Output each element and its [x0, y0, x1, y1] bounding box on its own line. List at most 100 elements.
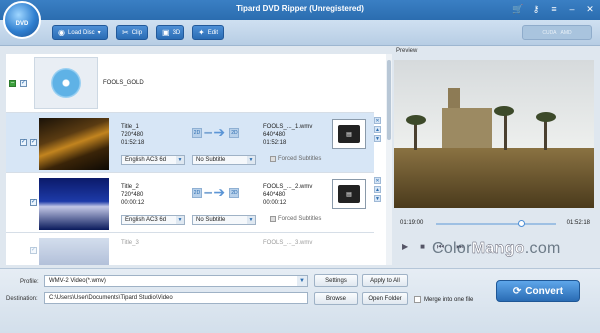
audio-value: English AC3 6d: [125, 157, 167, 163]
close-icon[interactable]: ✕: [374, 177, 381, 184]
toolbar: ◉ Load Disc ▾ ✂ Clip ▣ 3D ✦ Edit CUDA AM…: [0, 20, 600, 46]
forced-checkbox[interactable]: [270, 216, 276, 222]
output-resolution: 640*480: [263, 132, 286, 138]
output-format-icon[interactable]: ▤: [332, 179, 366, 209]
watermark-c: .com: [524, 240, 561, 257]
apply-to-all-button[interactable]: Apply to All: [362, 274, 408, 287]
profile-value: WMV-2 Video(*.wmv): [49, 278, 106, 284]
destination-field[interactable]: C:\Users\User\Documents\Tipard Studio\Vi…: [44, 292, 308, 304]
title-name: Title_2: [121, 184, 139, 190]
film-icon: ▤: [338, 125, 360, 143]
video-thumbnail: [39, 238, 109, 265]
subtitle-value: No Subtitle: [196, 157, 226, 163]
key-icon[interactable]: ⚷: [530, 3, 542, 15]
profile-select[interactable]: WMV-2 Video(*.wmv) ▼: [44, 275, 308, 287]
title-info: Title_3: [121, 239, 139, 247]
list-scrollbar[interactable]: [386, 54, 392, 265]
settings-button[interactable]: Settings: [314, 274, 358, 287]
3d-icon: ▣: [162, 28, 170, 37]
title-checkbox-2[interactable]: ✓: [30, 139, 37, 146]
output-info: FOOLS_..._2.wmv 640*480 00:00:12: [263, 183, 312, 207]
seek-slider[interactable]: [436, 223, 556, 225]
watermark-a: Color: [432, 240, 472, 257]
chevron-down-icon: ▼: [247, 156, 255, 164]
subtitle-select[interactable]: No Subtitle ▼: [192, 155, 256, 165]
cuda-label: CUDA: [542, 29, 557, 36]
forced-subtitles[interactable]: Forced Subtitles: [270, 156, 321, 162]
logo-text: DVD: [15, 21, 29, 27]
source-row[interactable]: – ✓ FOOLS_GOLD: [6, 54, 374, 113]
load-disc-button[interactable]: ◉ Load Disc ▾: [52, 25, 108, 40]
minimize-button[interactable]: –: [566, 3, 578, 15]
source-format-icon: 2D: [192, 188, 202, 198]
convert-label: Convert: [525, 285, 564, 297]
dots-icon: ▪▪▪▪▪: [204, 189, 212, 197]
merge-checkbox[interactable]: [414, 296, 421, 303]
window-title: Tipard DVD Ripper (Unregistered): [236, 4, 364, 13]
current-time: 01:19:00: [400, 220, 424, 226]
title-duration: 01:52:18: [121, 140, 145, 146]
source-checkbox[interactable]: ✓: [20, 80, 27, 87]
refresh-icon: ⟳: [512, 285, 522, 297]
convert-button[interactable]: ⟳ Convert: [496, 280, 580, 302]
disc-icon: [51, 68, 81, 98]
cart-icon[interactable]: 🛒: [512, 3, 524, 15]
convert-arrow: 2D ▪▪▪▪▪ ➔ 2D: [192, 185, 256, 201]
edit-icon: ✦: [198, 28, 205, 37]
3d-button[interactable]: ▣ 3D: [156, 25, 184, 40]
browse-button[interactable]: Browse: [314, 292, 358, 305]
app-logo: DVD: [3, 1, 41, 39]
load-disc-label: Load Disc: [67, 29, 95, 36]
chevron-down-icon: ▾: [97, 30, 101, 36]
seek-handle[interactable]: [518, 220, 525, 227]
output-format-icon[interactable]: ▤: [332, 119, 366, 149]
audio-select[interactable]: English AC3 6d ▼: [121, 215, 185, 225]
title-checkbox[interactable]: ✓: [30, 247, 37, 254]
subtitle-select[interactable]: No Subtitle ▼: [192, 215, 256, 225]
edit-label: Edit: [207, 29, 219, 36]
stop-icon[interactable]: ■: [420, 242, 425, 252]
watermark: ColorMango.com: [432, 240, 561, 258]
up-icon[interactable]: ▲: [374, 186, 381, 193]
video-palm: [504, 112, 507, 150]
close-button[interactable]: ✕: [584, 3, 596, 15]
output-duration: 00:00:12: [263, 200, 287, 206]
up-icon[interactable]: ▲: [374, 126, 381, 133]
arrow-right-icon: ➔: [213, 184, 226, 200]
menu-icon[interactable]: ≡: [548, 3, 560, 15]
video-ground: [394, 148, 594, 208]
title-checkbox[interactable]: ✓: [20, 139, 27, 146]
audio-select[interactable]: English AC3 6d ▼: [121, 155, 185, 165]
scrollbar-thumb[interactable]: [387, 60, 391, 140]
close-icon[interactable]: ✕: [374, 117, 381, 124]
video-sky: [394, 60, 594, 150]
watermark-b: Mango: [471, 240, 525, 257]
video-frond: [406, 115, 426, 125]
title-checkbox[interactable]: ✓: [30, 199, 37, 206]
down-icon[interactable]: ▼: [374, 135, 381, 142]
3d-label: 3D: [172, 29, 181, 36]
disc-icon: ◉: [58, 28, 65, 37]
window-controls: 🛒 ⚷ ≡ – ✕: [512, 3, 596, 15]
source-name: FOOLS_GOLD: [103, 80, 144, 86]
edit-button[interactable]: ✦ Edit: [192, 25, 224, 40]
output-info: FOOLS_..._1.wmv 640*480 01:52:18: [263, 123, 312, 147]
video-thumbnail: [39, 178, 109, 230]
acceleration-indicator: CUDA AMD: [522, 25, 592, 40]
forced-subtitles[interactable]: Forced Subtitles: [270, 216, 321, 222]
list-item[interactable]: ✓ Title_2 720*480 00:00:12 2D ▪▪▪▪▪ ➔ 2D…: [6, 173, 381, 233]
open-folder-button[interactable]: Open Folder: [362, 292, 408, 305]
clip-button[interactable]: ✂ Clip: [116, 25, 148, 40]
row-controls: ✕ ▲ ▼: [374, 177, 382, 202]
video-palm: [544, 118, 547, 150]
profile-label: Profile:: [20, 279, 39, 285]
time-bar: 01:19:00 01:52:18: [394, 218, 594, 230]
list-item[interactable]: ✓ ✓ Title_1 720*480 01:52:18 2D ▪▪▪▪▪ ➔ …: [6, 113, 381, 173]
down-icon[interactable]: ▼: [374, 195, 381, 202]
forced-checkbox[interactable]: [270, 156, 276, 162]
play-icon[interactable]: ▶: [402, 242, 408, 252]
list-item[interactable]: ✓ Title_3 FOOLS_..._3.wmv: [6, 233, 374, 265]
merge-option[interactable]: Merge into one file: [414, 296, 473, 303]
collapse-toggle[interactable]: –: [9, 80, 16, 87]
video-frond: [536, 112, 556, 122]
